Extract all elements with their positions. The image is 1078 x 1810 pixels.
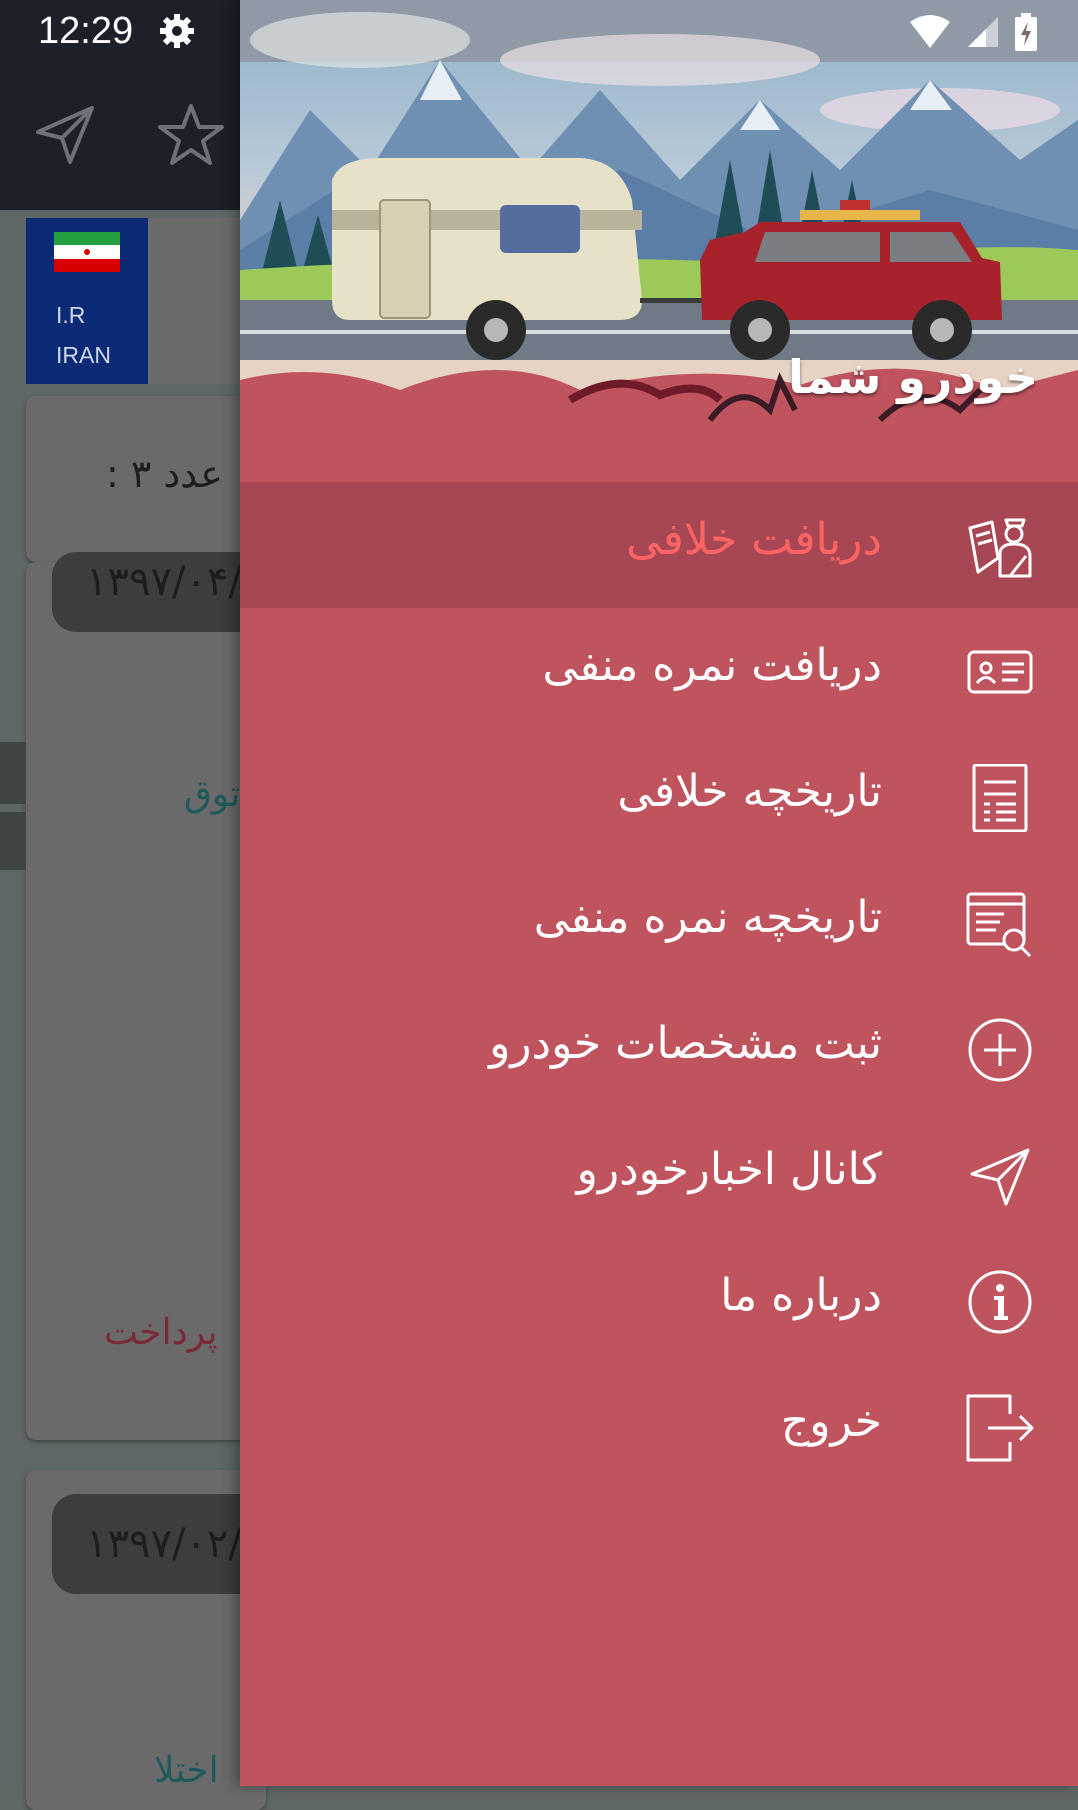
menu-item-negative-points-history[interactable]: تاریخچه نمره منفی: [240, 860, 1078, 986]
document-search-icon: [966, 892, 1032, 958]
menu-item-get-violations[interactable]: دریافت خلافی: [240, 482, 1078, 608]
exit-icon: [966, 1394, 1034, 1462]
plus-circle-icon: [968, 1018, 1032, 1082]
document-list-icon: [972, 764, 1028, 832]
menu-item-label: ثبت مشخصات خودرو: [489, 1018, 882, 1069]
violation-location-text: توق: [184, 774, 241, 815]
header-illustration: [240, 0, 1078, 482]
send-icon: [970, 1148, 1030, 1206]
menu-item-register-vehicle[interactable]: ثبت مشخصات خودرو: [240, 986, 1078, 1112]
violation-description-text: اختلا: [154, 1750, 219, 1791]
navigation-drawer[interactable]: خودرو شما دریافت خلافی دریافت نمره منفی: [240, 0, 1078, 1786]
menu-item-label: درباره ما: [720, 1270, 882, 1321]
license-plate-number: [148, 218, 248, 384]
status-bar: 12:29: [0, 0, 1078, 62]
menu-item-label: دریافت خلافی: [626, 514, 882, 565]
summary-card[interactable]: : ۳ عدد: [26, 396, 266, 562]
send-icon[interactable]: [30, 100, 100, 170]
iran-flag-icon: [54, 232, 120, 272]
license-plate-country-strip: I.R IRAN: [26, 218, 148, 384]
violation-card[interactable]: ۱۳۹۷/۰۴/۲ توق پرداخت: [26, 552, 316, 1440]
battery-charging-icon: [1015, 13, 1037, 51]
menu-item-label: کانال اخبارخودرو: [576, 1144, 882, 1195]
status-time: 12:29: [38, 10, 134, 52]
drawer-title: خودرو شما: [787, 350, 1038, 404]
cell-signal-icon: [968, 17, 998, 47]
id-card-icon: [967, 650, 1033, 694]
traffic-police-ticket-icon: [968, 518, 1032, 578]
drawer-menu: دریافت خلافی دریافت نمره منفی تاریخچه خل…: [240, 482, 1078, 1490]
violation-card[interactable]: ۱۳۹۷/۰۲/۱ اختلا: [26, 1470, 316, 1810]
info-icon: [968, 1270, 1032, 1334]
violation-count-text: : ۳ عدد: [106, 452, 223, 496]
side-tab: [0, 742, 26, 804]
menu-item-violations-history[interactable]: تاریخچه خلافی: [240, 734, 1078, 860]
star-icon[interactable]: [156, 100, 226, 170]
menu-item-label: دریافت نمره منفی: [542, 640, 883, 691]
menu-item-label: تاریخچه نمره منفی: [533, 892, 882, 943]
drawer-header: خودرو شما: [240, 0, 1078, 482]
pay-button[interactable]: پرداخت: [104, 1312, 218, 1353]
plate-country-code: I.R: [56, 302, 86, 328]
wifi-icon: [910, 15, 950, 48]
menu-item-label: تاریخچه خلافی: [617, 766, 882, 817]
menu-item-exit[interactable]: خروج: [240, 1364, 1078, 1490]
side-tab: [0, 812, 26, 870]
menu-item-get-negative-points[interactable]: دریافت نمره منفی: [240, 608, 1078, 734]
menu-item-news-channel[interactable]: کانال اخبارخودرو: [240, 1112, 1078, 1238]
plate-country-name: IRAN: [56, 342, 111, 368]
menu-item-label: خروج: [780, 1396, 882, 1447]
settings-gear-icon: [160, 14, 194, 48]
menu-item-about-us[interactable]: درباره ما: [240, 1238, 1078, 1364]
